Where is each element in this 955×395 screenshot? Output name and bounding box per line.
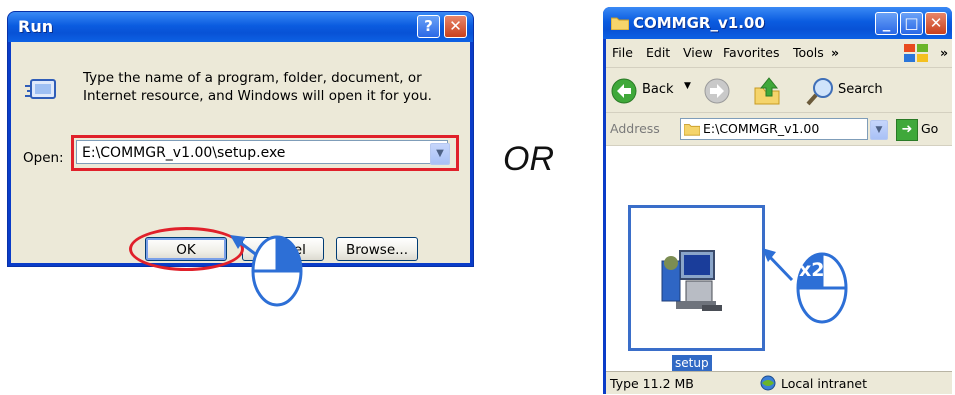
description-line-1: Type the name of a program, folder, docu…: [83, 70, 422, 86]
setup-file-icon[interactable]: [656, 241, 736, 319]
description-line-2: Internet resource, and Windows will open…: [83, 88, 432, 104]
help-button[interactable]: ?: [417, 15, 440, 38]
open-highlight-box: [71, 135, 459, 171]
status-bar: Type 11.2 MB Local intranet: [606, 371, 952, 395]
folder-icon: [684, 124, 700, 136]
close-button[interactable]: ✕: [925, 12, 947, 35]
address-dropdown-icon[interactable]: ▼: [870, 120, 888, 140]
menu-view[interactable]: View: [683, 39, 713, 67]
open-label: Open:: [23, 150, 64, 166]
double-click-label: x2: [799, 259, 825, 281]
maximize-button[interactable]: □: [900, 12, 923, 35]
close-button[interactable]: ✕: [444, 15, 467, 38]
run-title: Run: [18, 17, 54, 36]
back-dropdown-icon[interactable]: ▼: [684, 81, 691, 91]
search-icon[interactable]: [806, 76, 836, 106]
menu-overflow[interactable]: »: [831, 39, 839, 67]
back-label[interactable]: Back: [642, 82, 674, 97]
toolbar-overflow[interactable]: »: [940, 39, 948, 67]
back-arrow-icon[interactable]: [611, 78, 637, 104]
menu-tools[interactable]: Tools: [793, 39, 824, 67]
file-name-label[interactable]: setup: [672, 355, 712, 371]
run-program-icon: [25, 79, 56, 99]
menu-edit[interactable]: Edit: [646, 39, 670, 67]
address-value: E:\COMMGR_v1.00: [703, 121, 820, 136]
status-type: Type 11.2 MB: [610, 376, 694, 391]
explorer-title: COMMGR_v1.00: [633, 14, 765, 32]
go-arrow-icon[interactable]: ➜: [896, 119, 918, 141]
menu-file[interactable]: File: [612, 39, 633, 67]
explorer-body: File Edit View Favorites Tools » » Back …: [606, 39, 952, 394]
folder-icon: [611, 17, 629, 30]
menu-bar: File Edit View Favorites Tools » »: [606, 39, 952, 68]
local-intranet-icon: [760, 375, 776, 391]
up-folder-icon[interactable]: [753, 76, 781, 106]
minimize-button[interactable]: _: [875, 12, 898, 35]
browse-button[interactable]: Browse...: [336, 237, 418, 261]
run-title-bar: Run ? ✕: [8, 12, 473, 42]
toolbar: Back ▼ Search: [606, 68, 952, 113]
go-label[interactable]: Go: [921, 121, 938, 136]
windows-logo-icon: [904, 44, 928, 62]
menu-favorites[interactable]: Favorites: [723, 39, 779, 67]
address-bar: Address E:\COMMGR_v1.00 ▼ ➜ Go: [606, 113, 952, 146]
forward-arrow-icon[interactable]: [704, 78, 730, 104]
address-label: Address: [610, 121, 660, 136]
run-description: Type the name of a program, folder, docu…: [83, 69, 453, 105]
address-input[interactable]: E:\COMMGR_v1.00: [680, 118, 868, 140]
click-mouse-icon: [230, 235, 303, 307]
search-label[interactable]: Search: [838, 82, 883, 97]
status-zone: Local intranet: [781, 376, 867, 391]
double-click-mouse-icon: [762, 248, 848, 324]
explorer-title-bar: COMMGR_v1.00 _ □ ✕: [603, 7, 952, 39]
or-separator: OR: [503, 140, 554, 178]
